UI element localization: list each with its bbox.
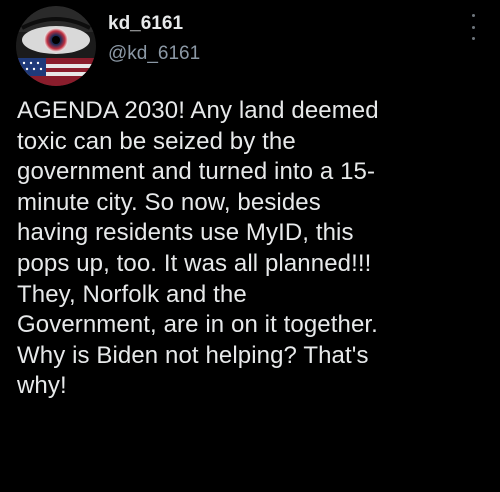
more-dot: [471, 37, 475, 40]
tweet-text: AGENDA 2030! Any land deemed toxic can b…: [17, 97, 379, 400]
more-dot: [471, 25, 475, 29]
avatar[interactable]: [16, 6, 96, 86]
display-name[interactable]: kd_6161: [108, 12, 200, 36]
eye-flag-avatar-icon: [16, 6, 96, 86]
author-names: kd_6161 @kd_6161: [108, 12, 200, 66]
more-dot: [471, 14, 475, 17]
tweet-header: kd_6161 @kd_6161: [16, 6, 484, 86]
tweet-card: kd_6161 @kd_6161 AGENDA 2030! Any land d…: [0, 0, 500, 492]
user-handle[interactable]: @kd_6161: [108, 42, 200, 66]
more-vertical-icon[interactable]: [468, 14, 478, 40]
